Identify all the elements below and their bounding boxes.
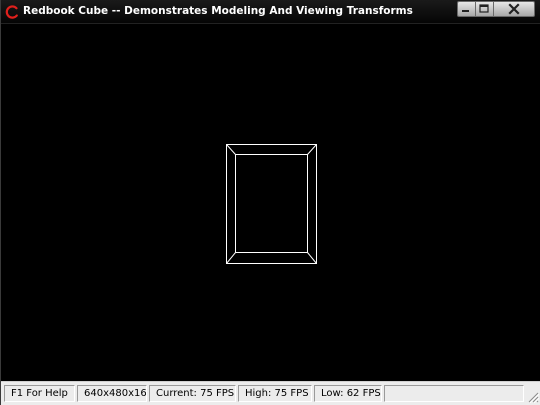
resize-grip-icon[interactable] [527, 391, 539, 403]
minimize-button[interactable] [457, 1, 475, 17]
cube-edge-top-right [307, 144, 317, 155]
status-empty-panel [384, 385, 524, 402]
status-current-fps: Current: 75 FPS [149, 385, 236, 402]
wireframe-cube [226, 144, 317, 264]
cube-back-face [226, 144, 317, 264]
window-title: Redbook Cube -- Demonstrates Modeling An… [23, 5, 413, 17]
status-low-fps: Low: 62 FPS [314, 385, 382, 402]
cube-edge-bottom-left [226, 252, 236, 264]
cube-edge-bottom-right [307, 252, 317, 264]
status-resolution: 640x480x16 [77, 385, 147, 402]
maximize-button[interactable] [475, 1, 493, 17]
status-help: F1 For Help [4, 385, 75, 402]
cube-edge-top-left [226, 144, 236, 155]
caption-buttons [457, 1, 535, 17]
close-icon [508, 3, 520, 15]
minimize-icon [462, 10, 469, 12]
status-bar: F1 For Help 640x480x16 Current: 75 FPS H… [1, 381, 540, 405]
nehe-swirl-icon [5, 5, 18, 19]
title-bar[interactable]: Redbook Cube -- Demonstrates Modeling An… [1, 0, 540, 24]
app-window: Redbook Cube -- Demonstrates Modeling An… [0, 0, 540, 405]
cube-front-face [235, 154, 308, 253]
opengl-viewport[interactable] [2, 24, 540, 381]
maximize-icon [479, 4, 489, 13]
status-high-fps: High: 75 FPS [238, 385, 312, 402]
close-button[interactable] [493, 1, 535, 17]
